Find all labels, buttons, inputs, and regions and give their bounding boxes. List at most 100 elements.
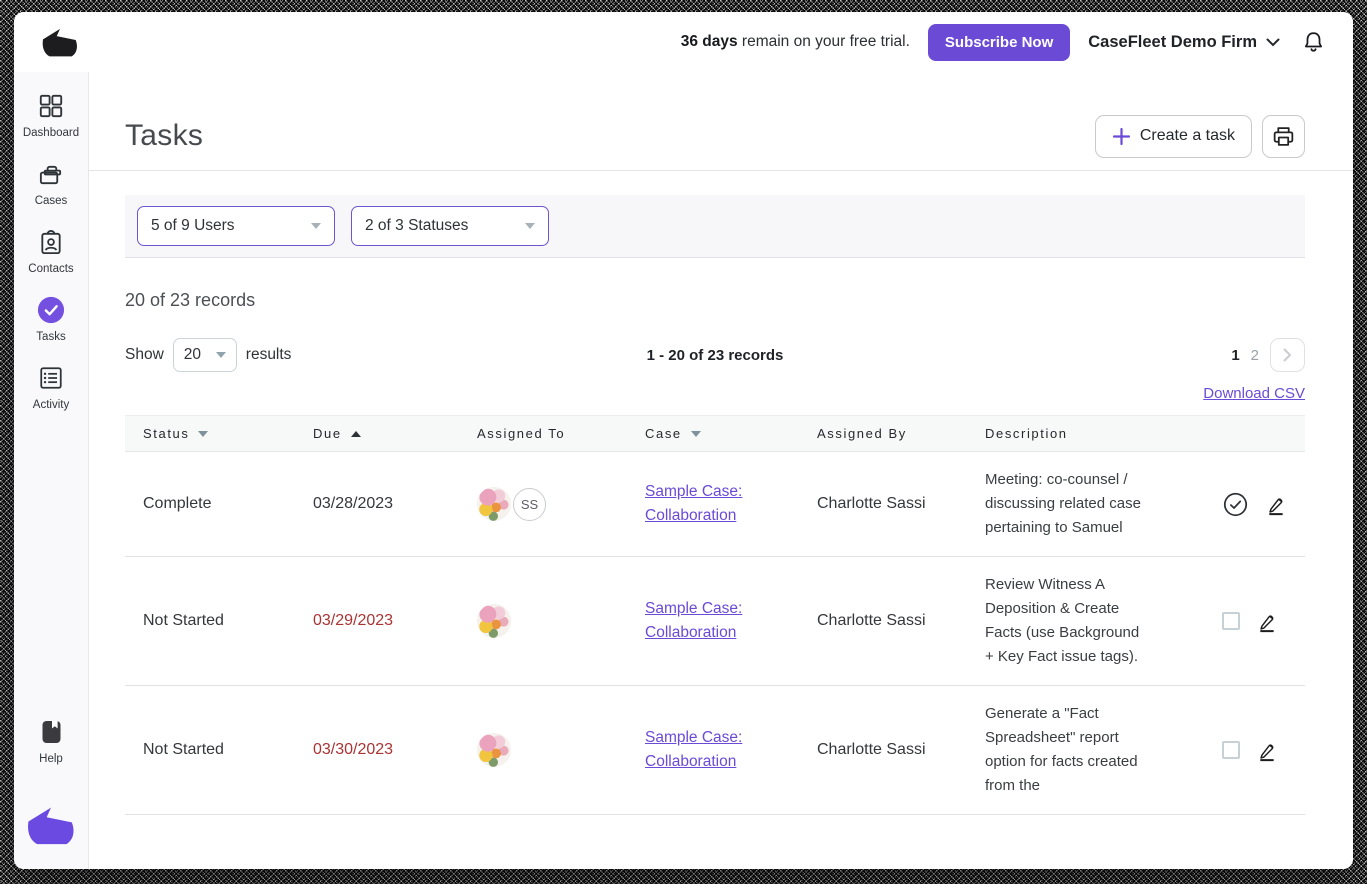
topbar: 36 days remain on your free trial. Subsc… [14, 12, 1353, 72]
task-assigned-by: Charlotte Sassi [799, 612, 967, 630]
records-summary: 20 of 23 records [125, 290, 1353, 311]
page-size-value: 20 [184, 346, 201, 364]
header-divider [89, 170, 1353, 171]
page-title: Tasks [125, 119, 203, 153]
edit-pencil-icon[interactable] [1264, 493, 1287, 516]
users-filter-select[interactable]: 5 of 9 Users [137, 206, 335, 246]
filter-triangle-icon [198, 431, 208, 437]
column-label: Assigned By [817, 426, 907, 441]
task-assigned-to [459, 604, 627, 638]
sidebar-item-dashboard[interactable]: Dashboard [23, 92, 79, 139]
case-link[interactable]: Sample Case: Collaboration [645, 480, 763, 528]
sidebar-item-contacts[interactable]: Contacts [28, 228, 73, 275]
caret-down-icon [216, 352, 226, 358]
chevron-right-icon [1283, 348, 1292, 362]
page-size-select[interactable]: 20 [173, 338, 237, 372]
initials-avatar[interactable]: SS [513, 488, 546, 521]
results-label: results [246, 346, 292, 364]
app-window: 36 days remain on your free trial. Subsc… [14, 12, 1353, 869]
column-header-due[interactable]: Due [295, 426, 459, 441]
column-label: Status [143, 426, 189, 441]
users-filter-value: 5 of 9 Users [151, 217, 235, 235]
contacts-badge-icon [37, 228, 65, 256]
task-assigned-to: SS [459, 487, 627, 521]
column-header-description[interactable]: Description [967, 426, 1195, 441]
trial-days: 36 days [681, 33, 738, 50]
column-label: Description [985, 426, 1068, 441]
firm-name: CaseFleet Demo Firm [1088, 33, 1257, 52]
trial-rest: remain on your free trial. [738, 33, 910, 50]
assignee-avatars [477, 604, 627, 638]
cases-briefcase-icon [37, 160, 65, 188]
task-status: Complete [125, 495, 295, 513]
column-label: Due [313, 426, 342, 441]
complete-check-icon[interactable] [1222, 491, 1249, 518]
task-status: Not Started [125, 741, 295, 759]
sidebar-item-help[interactable]: Help [37, 718, 65, 765]
casefleet-logo[interactable] [40, 25, 80, 59]
task-assigned-by: Charlotte Sassi [799, 741, 967, 759]
subscribe-now-button[interactable]: Subscribe Now [928, 24, 1070, 61]
table-row: Complete03/28/2023 SS Sample Case: Collabo… [125, 452, 1305, 557]
sidebar-label: Tasks [36, 331, 65, 343]
sidebar: Dashboard Cases Contacts Tasks [14, 72, 89, 869]
sidebar-item-cases[interactable]: Cases [35, 160, 68, 207]
flower-avatar[interactable] [477, 733, 511, 767]
main-content: Tasks Create a task [89, 72, 1353, 869]
help-book-icon [37, 718, 65, 746]
case-link[interactable]: Sample Case: Collaboration [645, 597, 763, 645]
print-button[interactable] [1262, 115, 1305, 158]
task-due-date: 03/30/2023 [295, 741, 459, 759]
download-csv-link[interactable]: Download CSV [1203, 385, 1305, 402]
caret-down-icon [311, 223, 321, 229]
plus-icon [1112, 127, 1131, 146]
activity-list-icon [37, 364, 65, 392]
sort-ascending-icon [351, 431, 361, 437]
statuses-filter-value: 2 of 3 Statuses [365, 217, 468, 235]
sidebar-label: Activity [33, 399, 69, 411]
column-header-assigned-by[interactable]: Assigned By [799, 426, 967, 441]
create-task-button[interactable]: Create a task [1095, 115, 1252, 158]
create-task-label: Create a task [1140, 127, 1235, 145]
dashboard-grid-icon [37, 92, 65, 120]
sidebar-item-tasks[interactable]: Tasks [36, 296, 65, 343]
notifications-bell-icon[interactable] [1302, 30, 1325, 54]
column-header-case[interactable]: Case [627, 426, 799, 441]
sidebar-label: Dashboard [23, 127, 79, 139]
row-actions [1195, 739, 1305, 762]
firm-switcher[interactable]: CaseFleet Demo Firm [1088, 33, 1280, 52]
task-due-date: 03/29/2023 [295, 612, 459, 630]
filter-triangle-icon [691, 431, 701, 437]
page-number-2[interactable]: 2 [1251, 347, 1259, 364]
column-header-status[interactable]: Status [125, 426, 295, 441]
page-number-1[interactable]: 1 [1231, 347, 1239, 364]
task-case: Sample Case: Collaboration [627, 597, 799, 645]
task-assigned-to [459, 733, 627, 767]
task-status: Not Started [125, 612, 295, 630]
task-due-date: 03/28/2023 [295, 495, 459, 513]
task-assigned-by: Charlotte Sassi [799, 495, 967, 513]
case-link[interactable]: Sample Case: Collaboration [645, 726, 763, 774]
record-range-text: 1 - 20 of 23 records [125, 347, 1305, 364]
caret-down-icon [525, 223, 535, 229]
complete-checkbox[interactable] [1222, 741, 1240, 759]
edit-pencil-icon[interactable] [1255, 610, 1278, 633]
task-case: Sample Case: Collaboration [627, 726, 799, 774]
column-label: Case [645, 426, 682, 441]
complete-checkbox[interactable] [1222, 612, 1240, 630]
tasks-check-circle-icon [37, 296, 65, 324]
column-label: Assigned To [477, 426, 565, 441]
sidebar-item-activity[interactable]: Activity [33, 364, 69, 411]
column-header-assigned-to[interactable]: Assigned To [459, 426, 627, 441]
next-page-button[interactable] [1270, 338, 1305, 372]
statuses-filter-select[interactable]: 2 of 3 Statuses [351, 206, 549, 246]
results-controls: Show 20 results 1 - 20 of 23 records 12 [125, 337, 1305, 373]
flower-avatar[interactable] [477, 604, 511, 638]
casefleet-logo-footer[interactable] [25, 802, 77, 853]
flower-avatar[interactable] [477, 487, 511, 521]
task-description: Meeting: co-counsel / discussing related… [967, 468, 1195, 540]
trial-banner-text: 36 days remain on your free trial. [681, 33, 910, 51]
edit-pencil-icon[interactable] [1255, 739, 1278, 762]
task-description: Generate a "Fact Spreadsheet" report opt… [967, 702, 1195, 798]
row-actions [1195, 491, 1305, 518]
